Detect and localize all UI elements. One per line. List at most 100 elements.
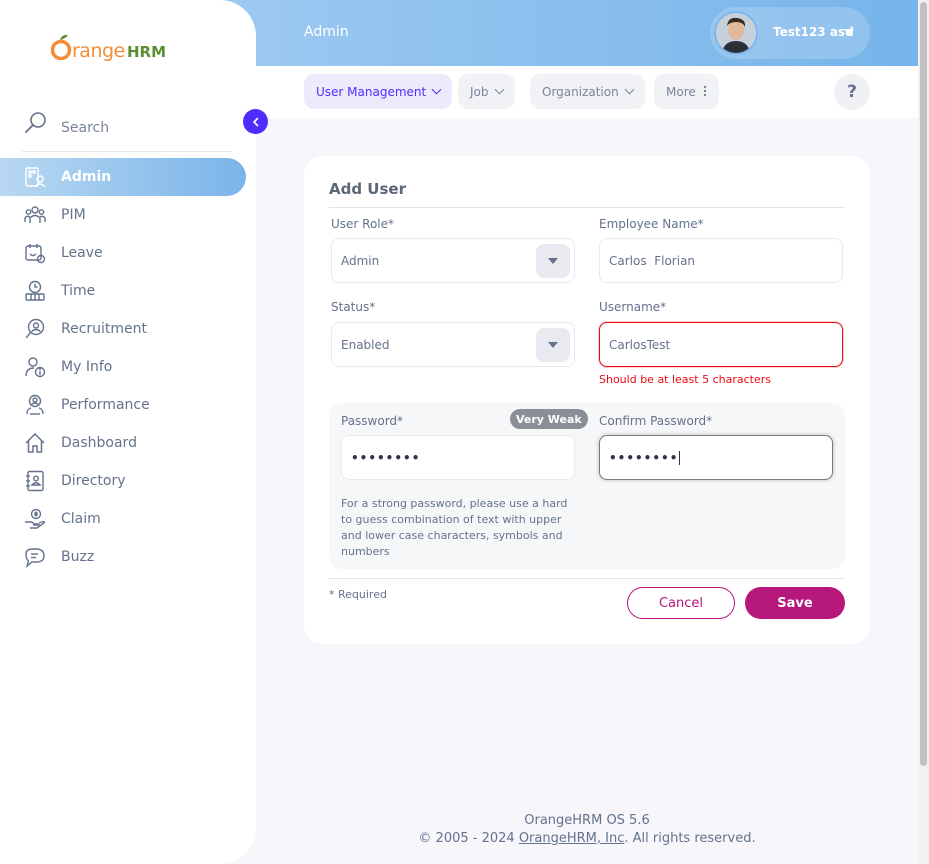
sidebar-item-label: Directory <box>61 473 126 489</box>
user-name: Test123 asd <box>773 25 854 39</box>
employee-name-input[interactable]: Carlos Florian <box>599 238 843 283</box>
chevron-down-icon <box>431 84 442 95</box>
dropdown-toggle[interactable] <box>536 328 570 362</box>
confirm-password-input[interactable]: •••••••• <box>599 435 833 480</box>
search-icon <box>25 112 46 133</box>
sidebar-item-label: Recruitment <box>61 321 148 337</box>
footer-copyright: © 2005 - 2024 OrangeHRM, Inc. All rights… <box>256 830 918 848</box>
tab-label: Job <box>470 84 489 99</box>
help-button[interactable]: ? <box>834 74 870 110</box>
password-strength-badge: Very Weak <box>510 409 588 429</box>
leave-icon <box>25 244 46 264</box>
status-select[interactable]: Enabled <box>331 322 575 367</box>
tab-organization[interactable]: Organization <box>530 74 645 109</box>
chevron-down-icon <box>494 84 504 95</box>
sidebar-item-admin[interactable]: Admin <box>0 158 246 196</box>
time-icon <box>25 280 45 301</box>
sidebar-item-time[interactable]: Time <box>0 272 246 310</box>
status-label: Status* <box>331 300 376 314</box>
page-title: Admin <box>304 24 349 40</box>
username-error: Should be at least 5 characters <box>599 373 771 386</box>
sidebar-item-leave[interactable]: Leave <box>0 234 246 272</box>
user-dropdown[interactable]: Test123 asd <box>710 7 870 59</box>
username-label: Username* <box>599 300 667 314</box>
chevron-down-icon <box>624 84 635 95</box>
sidebar-item-pim[interactable]: PIM <box>0 196 246 234</box>
dropdown-toggle[interactable] <box>536 244 570 278</box>
text-cursor <box>679 450 681 465</box>
scrollbar-thumb[interactable] <box>920 2 927 766</box>
sidebar-item-directory[interactable]: Directory <box>0 462 246 500</box>
sidebar-item-recruitment[interactable]: Recruitment <box>0 310 246 348</box>
add-user-card: Add User User Role* Admin Employee Name*… <box>304 156 870 644</box>
sidebar-item-label: Performance <box>61 397 150 413</box>
sidebar-item-label: Buzz <box>61 549 95 565</box>
copyright-prefix: © 2005 - 2024 <box>418 831 519 846</box>
sidebar-item-label: PIM <box>61 207 86 223</box>
buzz-icon <box>25 548 45 568</box>
sidebar-item-label: Claim <box>61 511 101 527</box>
user-role-value: Admin <box>341 253 380 268</box>
tab-label: User Management <box>316 84 427 99</box>
footer: OrangeHRM OS 5.6 © 2005 - 2024 OrangeHRM… <box>256 812 918 848</box>
sidebar-menu: Admin PIM Leave Time Recruitment My Info… <box>0 158 256 576</box>
username-value: CarlosTest <box>609 337 671 352</box>
footer-version: OrangeHRM OS 5.6 <box>524 813 650 828</box>
admin-icon <box>25 167 46 188</box>
sidebar-item-my-info[interactable]: My Info <box>0 348 246 386</box>
orangehrm-logo[interactable]: range HRM <box>50 30 170 70</box>
save-button[interactable]: Save <box>745 587 845 619</box>
user-role-select[interactable]: Admin <box>331 238 575 283</box>
employee-name-value: Carlos Florian <box>609 253 696 268</box>
top-nav: User Management Job Organization More ? <box>256 66 918 118</box>
sidebar-item-claim[interactable]: Claim <box>0 500 246 538</box>
tab-job[interactable]: Job <box>458 74 515 109</box>
confirm-password-label: Confirm Password* <box>599 414 713 428</box>
directory-icon <box>26 470 44 492</box>
sidebar: range HRM Search Admin PIM Leave Time Re… <box>0 0 256 864</box>
caret-down-icon <box>548 342 558 348</box>
sidebar-item-label: Leave <box>61 245 103 261</box>
avatar <box>714 11 758 55</box>
confirm-password-value: •••••••• <box>609 450 679 465</box>
company-link[interactable]: OrangeHRM, Inc <box>519 831 625 846</box>
collapse-sidebar-button[interactable] <box>243 109 268 134</box>
caret-down-icon <box>844 29 854 35</box>
copyright-suffix: . All rights reserved. <box>624 831 756 846</box>
tab-user-management[interactable]: User Management <box>304 74 453 109</box>
divider <box>329 207 845 208</box>
username-input[interactable]: CarlosTest <box>599 322 843 367</box>
password-hint: For a strong password, please use a hard… <box>341 497 568 558</box>
search-label: Search <box>61 120 110 136</box>
recruitment-icon <box>25 318 45 339</box>
sidebar-item-dashboard[interactable]: Dashboard <box>0 424 246 462</box>
sidebar-search[interactable]: Search <box>22 108 232 152</box>
password-value: •••••••• <box>351 450 421 465</box>
sidebar-item-label: Time <box>61 283 96 299</box>
form-title: Add User <box>329 180 406 198</box>
chevron-left-icon <box>252 117 258 126</box>
tab-more[interactable]: More <box>654 74 719 109</box>
cancel-button[interactable]: Cancel <box>627 587 735 619</box>
svg-text:range: range <box>72 40 125 62</box>
password-input[interactable]: •••••••• <box>341 435 575 480</box>
status-value: Enabled <box>341 337 390 352</box>
dashboard-icon <box>25 432 45 453</box>
my-info-icon <box>25 357 46 378</box>
sidebar-item-label: Admin <box>61 169 112 185</box>
divider <box>329 578 845 579</box>
sidebar-item-label: Dashboard <box>61 435 137 451</box>
tab-label: Organization <box>542 84 619 99</box>
more-vertical-icon <box>703 85 707 99</box>
user-role-label: User Role* <box>331 217 395 231</box>
sidebar-item-buzz[interactable]: Buzz <box>0 538 246 576</box>
caret-down-icon <box>548 258 558 264</box>
employee-name-label: Employee Name* <box>599 217 704 231</box>
password-label: Password* <box>341 414 404 428</box>
claim-icon <box>25 508 46 529</box>
sidebar-item-label: My Info <box>61 359 113 375</box>
required-note: * Required <box>329 588 387 601</box>
sidebar-item-performance[interactable]: Performance <box>0 386 246 424</box>
page-scrollbar[interactable] <box>918 0 929 864</box>
svg-text:HRM: HRM <box>127 43 166 61</box>
